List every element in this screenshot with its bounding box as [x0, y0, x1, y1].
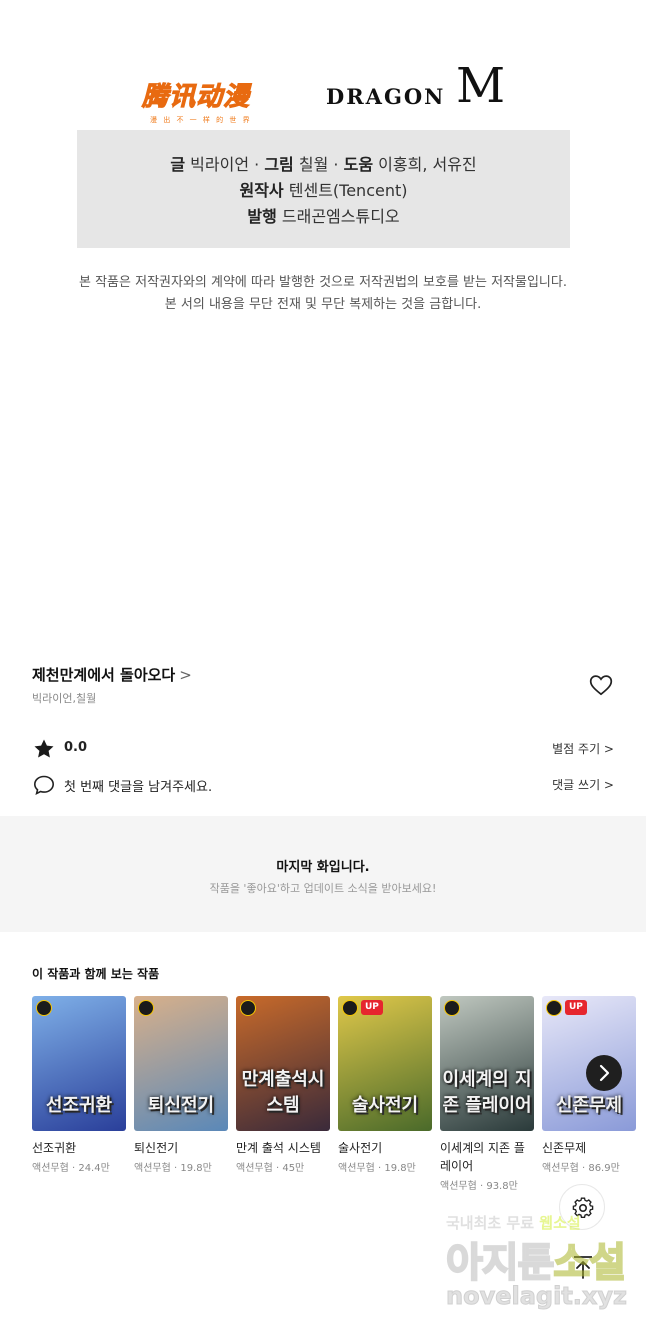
recommendation-title: 신존무제	[542, 1141, 587, 1155]
recommendation-card[interactable]: 만계출석시스템만계 출석 시스템액션무협 · 45만	[236, 996, 330, 1174]
recommendation-meta: 액션무협 · 93.8만	[440, 1181, 518, 1192]
copyright-line-2: 본 서의 내용을 무단 전재 및 무단 복제하는 것을 금합니다.	[164, 297, 482, 312]
credit-line-original: 원작사 텐센트(Tencent)	[77, 178, 570, 204]
last-episode-subtitle: 작품을 '좋아요'하고 업데이트 소식을 받아보세요!	[209, 882, 437, 895]
chevron-right-icon: >	[179, 666, 192, 684]
original-name: 텐센트(Tencent)	[288, 181, 408, 200]
tencent-comics-logo: 腾讯动漫 漫 出 不 一 样 的 世 界	[142, 76, 270, 126]
cover-title-art: 신존무제	[555, 1095, 623, 1116]
credit-line-staff: 글 빅라이언 · 그림 칠월 · 도움 이홍희, 서유진	[77, 152, 570, 178]
cover-title-art: 선조귀환	[45, 1095, 113, 1116]
watermark-url: novelagit.xyz	[445, 1282, 628, 1311]
watermark-brand-highlight: 소설	[552, 1239, 627, 1287]
series-title-link[interactable]: 제천만계에서 돌아오다 >	[32, 664, 192, 685]
carousel-next-button[interactable]	[586, 1055, 622, 1091]
tencent-logo-mark: 腾讯动漫	[142, 82, 251, 113]
write-comment-button[interactable]: 댓글 쓰기 >	[552, 776, 614, 793]
recommendation-card[interactable]: 선조귀환 선조귀환 액션무협 · 24.4만	[32, 996, 126, 1174]
art-label: 그림	[264, 155, 294, 174]
writer-name: 빅라이언	[190, 155, 250, 174]
comment-row: 첫 번째 댓글을 남겨주세요. 댓글 쓰기 >	[32, 773, 614, 797]
like-button[interactable]	[588, 672, 614, 698]
cover-thumbnail: 만계출석시스템	[236, 996, 330, 1131]
last-episode-notice: 마지막 화입니다. 작품을 '좋아요'하고 업데이트 소식을 받아보세요!	[0, 822, 646, 930]
last-episode-title: 마지막 화입니다.	[276, 860, 370, 875]
watermark-brand: 아지툰	[445, 1239, 555, 1287]
recommendation-card[interactable]: 이세계의 지존 플레이어 이세계의 지존 플레이어 액션무협 · 93.8만	[440, 996, 534, 1192]
cover-thumbnail: 선조귀환	[32, 996, 126, 1131]
recommendation-title: 이세계의 지존 플레이어	[440, 1141, 525, 1173]
cover-title-art: 이세계의 지존 플레이어	[442, 1069, 532, 1116]
clock-icon	[138, 1000, 154, 1016]
rate-button[interactable]: 별점 주기 >	[552, 740, 614, 757]
rating-value: 0.0	[64, 740, 88, 755]
recommendation-meta: 액션무협 · 24.4만	[32, 1163, 110, 1174]
writer-label: 글	[170, 155, 186, 174]
recommendation-meta: 액션무협 · 45만	[236, 1163, 305, 1174]
credits-box: 글 빅라이언 · 그림 칠월 · 도움 이홍희, 서유진 원작사 텐센트(Ten…	[77, 130, 570, 248]
clock-icon	[36, 1000, 52, 1016]
art-name: 칠월	[298, 155, 329, 174]
recommendation-title: 선조귀환	[32, 1141, 77, 1155]
up-badge: UP	[565, 1000, 587, 1015]
cover-thumbnail: 이세계의 지존 플레이어	[440, 996, 534, 1131]
recommendation-card[interactable]: 퇴신전기 퇴신전기 액션무협 · 19.8만	[134, 996, 228, 1174]
recommendation-title: 만계 출석 시스템	[236, 1141, 321, 1155]
speech-bubble-icon	[33, 775, 55, 795]
recommendation-title: 퇴신전기	[134, 1141, 179, 1155]
clock-icon	[342, 1000, 358, 1016]
dragon-m-logo: DRAGON M	[326, 62, 526, 116]
series-title: 제천만계에서 돌아오다	[32, 666, 176, 684]
clock-icon	[546, 1000, 562, 1016]
separator: ·	[333, 155, 339, 174]
watermark-line-2: 아지툰소설	[445, 1230, 627, 1288]
chevron-right-icon	[599, 1064, 610, 1082]
comment-prompt: 첫 번째 댓글을 남겨주세요.	[64, 780, 213, 795]
copyright-line-1: 본 작품은 저작권자와의 계약에 따라 발행한 것으로 저작권법의 보호를 받는…	[79, 275, 567, 290]
recommendations-title: 이 작품과 함께 보는 작품	[32, 967, 160, 981]
cover-title-art: 술사전기	[351, 1095, 419, 1116]
recommendation-meta: 액션무협 · 86.9만	[542, 1163, 620, 1174]
star-icon	[34, 739, 54, 758]
publisher-logos: 腾讯动漫 漫 出 不 一 样 的 世 界 DRAGON M	[0, 58, 646, 128]
credit-line-publisher: 발행 드래곤엠스튜디오	[77, 204, 570, 230]
clock-icon	[240, 1000, 256, 1016]
recommendation-meta: 액션무협 · 19.8만	[134, 1163, 212, 1174]
assist-label: 도움	[343, 155, 374, 174]
heart-icon	[589, 675, 613, 696]
publisher-name: 드래곤엠스튜디오	[281, 207, 400, 226]
recommendation-meta: 액션무협 · 19.8만	[338, 1163, 416, 1174]
clock-icon	[444, 1000, 460, 1016]
recommendations-section: 이 작품과 함께 보는 작품 선조귀환 선조귀환 액션무협 · 24.4만 퇴신전기 퇴…	[0, 932, 646, 1214]
cover-thumbnail: 퇴신전기	[134, 996, 228, 1131]
publisher-label: 발행	[247, 207, 277, 226]
dragon-logo-m: M	[456, 58, 506, 114]
series-authors: 빅라이언,칠월	[32, 692, 97, 705]
cover-thumbnail: UP 술사전기	[338, 996, 432, 1131]
cover-title-art: 퇴신전기	[147, 1095, 215, 1116]
tencent-logo-tagline: 漫 出 不 一 样 的 世 界	[150, 116, 252, 124]
copyright-notice: 본 작품은 저작권자와의 계약에 따라 발행한 것으로 저작권법의 보호를 받는…	[0, 272, 646, 316]
rating-row: 0.0 별점 주기 >	[32, 737, 614, 761]
recommendation-title: 술사전기	[338, 1141, 383, 1155]
recommendation-card[interactable]: UP 술사전기 술사전기 액션무협 · 19.8만	[338, 996, 432, 1174]
separator: ·	[254, 155, 260, 174]
original-label: 원작사	[239, 181, 284, 200]
site-watermark: 국내최초 무료 웹소설 아지툰소설 novelagit.xyz	[445, 1212, 636, 1322]
assist-names: 이홍희, 서유진	[378, 155, 477, 174]
up-badge: UP	[361, 1000, 383, 1015]
recommendations-carousel: 선조귀환 선조귀환 액션무협 · 24.4만 퇴신전기 퇴신전기 액션무협 · 19.8만…	[32, 996, 646, 1206]
dragon-logo-text: DRAGON	[326, 84, 446, 109]
cover-title-art: 만계출석시스템	[241, 1069, 325, 1116]
